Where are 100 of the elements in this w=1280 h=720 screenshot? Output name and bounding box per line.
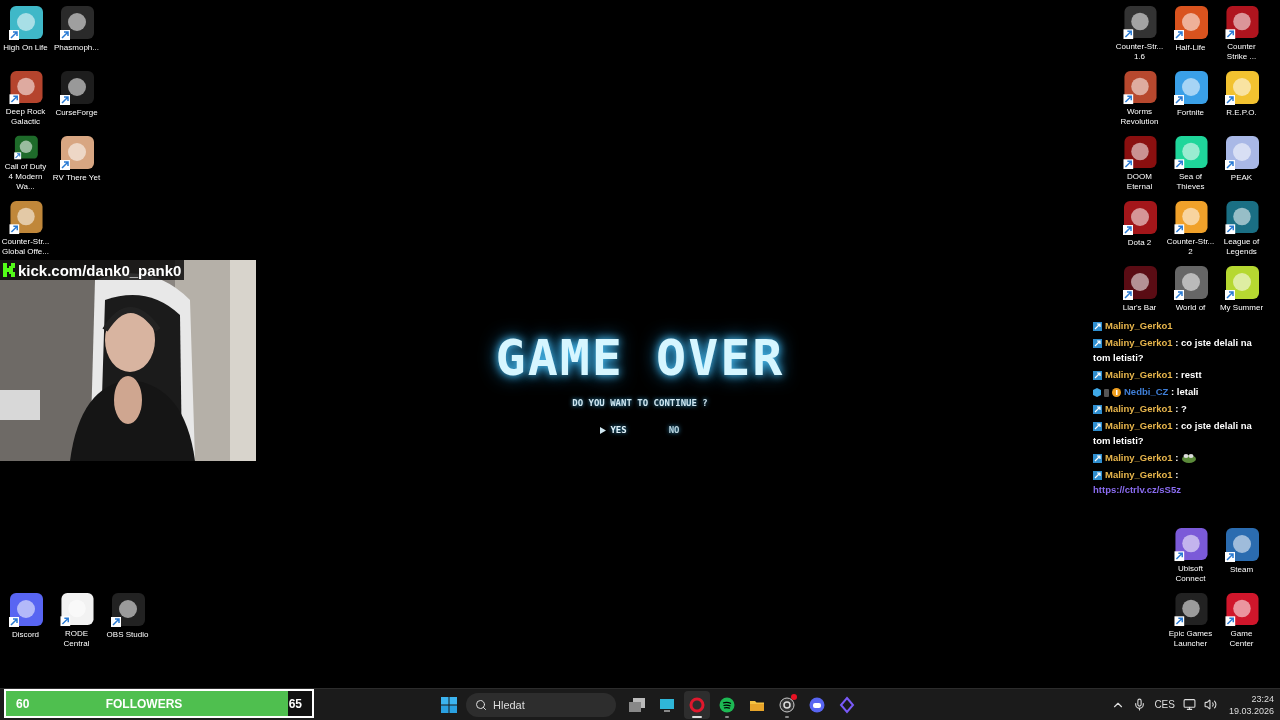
desktop-shortcut[interactable]: Counter Strike ... [1216, 0, 1267, 62]
pointer-icon [600, 426, 607, 434]
app-icon [7, 592, 44, 628]
game-over-title: GAME OVER [495, 330, 785, 386]
app-icon [1172, 265, 1209, 301]
chat-message-text: : co jste delali na [1174, 420, 1252, 431]
input-language[interactable]: CES [1154, 699, 1175, 710]
app-icon [1172, 592, 1209, 627]
desktop-shortcut[interactable]: World of [1165, 260, 1216, 322]
chat-username[interactable]: Maliny_Gerko1 [1105, 452, 1173, 463]
desktop-shortcut[interactable]: Discord [0, 587, 51, 649]
desktop-shortcut[interactable]: Epic Games Launcher [1165, 587, 1216, 649]
chat-link[interactable]: https://ctrlv.cz/sS5z [1093, 482, 1263, 497]
app-icon [1223, 70, 1260, 106]
app-icon [58, 592, 95, 627]
chat-separator: : [1174, 452, 1180, 463]
chat-username[interactable]: Maliny_Gerko1 [1105, 369, 1173, 380]
circle-icon [718, 695, 736, 714]
desktop-shortcut[interactable]: Deep Rock Galactic [0, 65, 51, 127]
continue-prompt: DO YOU WANT TO CONTINUE ? [572, 398, 708, 408]
chat-username[interactable]: Maliny_Gerko1 [1105, 403, 1173, 414]
subscriber-badge-icon [1093, 454, 1102, 463]
desktop-shortcut[interactable]: League of Legends [1216, 195, 1267, 257]
volume-icon[interactable] [1203, 698, 1217, 711]
chat-message-text: tom letisti? [1093, 351, 1144, 365]
chat-message-text: : ? [1174, 403, 1187, 414]
desktop-shortcut[interactable]: Phasmoph... [51, 0, 102, 62]
chat-message-text: : restt [1174, 369, 1202, 380]
network-icon[interactable] [1182, 698, 1196, 711]
notification-dot [791, 693, 797, 700]
menu-option[interactable]: NO [668, 425, 680, 435]
desktop-shortcut[interactable]: R.E.P.O. [1216, 65, 1267, 127]
cube-badge-icon [1093, 388, 1101, 397]
chat-username[interactable]: Maliny_Gerko1 [1105, 320, 1173, 331]
app-icon [1172, 70, 1209, 106]
desktop-shortcut[interactable]: CurseForge [51, 65, 102, 127]
desktop-shortcut[interactable]: OBS Studio [102, 587, 153, 649]
coin-badge-icon [1112, 388, 1121, 397]
desktop-shortcut[interactable]: Counter-Str... Global Offe... [0, 195, 51, 257]
desktop-shortcut[interactable]: Dota 2 [1114, 195, 1165, 257]
app-icon [7, 200, 44, 235]
desktop-shortcut[interactable]: Worms Revolution [1114, 65, 1165, 127]
desktop-shortcut[interactable]: Steam [1216, 522, 1267, 584]
chat-message-text: : letali [1170, 386, 1199, 397]
desktop-shortcut[interactable]: My Summer [1216, 260, 1267, 322]
desktop-shortcut[interactable]: Game Center [1216, 587, 1267, 649]
goal-current: 60 [15, 696, 31, 711]
app-icon [1223, 265, 1260, 301]
app-icon [109, 592, 146, 628]
app-icon [1223, 592, 1260, 627]
search-icon [475, 698, 487, 711]
chat-separator: : [1174, 469, 1179, 480]
desktop-shortcut[interactable]: Sea of Thieves [1165, 130, 1216, 192]
menu-option[interactable]: YES [600, 425, 627, 435]
desktop-shortcut[interactable]: RV There Yet [51, 130, 102, 192]
app-icon [1121, 135, 1158, 170]
taskbar-app-button[interactable] [684, 690, 710, 719]
app-icon [1172, 527, 1209, 562]
app-icon [1121, 70, 1158, 105]
desktop-shortcut[interactable]: Counter-Str... 1.6 [1114, 0, 1165, 62]
app-icon [1223, 5, 1260, 40]
app-icon [1172, 200, 1209, 235]
app-icon [1121, 5, 1158, 40]
app-icon [1223, 527, 1260, 563]
chat-username[interactable]: Maliny_Gerko1 [1105, 420, 1173, 431]
app-icon [58, 5, 95, 41]
app-icon [1121, 265, 1158, 301]
desktop-shortcut[interactable]: DOOM Eternal [1114, 130, 1165, 192]
app-icon [1172, 135, 1209, 170]
desktop-shortcut[interactable]: Counter-Str... 2 [1165, 195, 1216, 257]
desktop-shortcut[interactable]: High On Life [0, 0, 51, 62]
desktop-shortcut[interactable]: Fortnite [1165, 65, 1216, 127]
subscriber-badge-icon [1093, 405, 1102, 414]
chat-username[interactable]: Nedbi_CZ [1124, 386, 1169, 397]
desktop-shortcut[interactable]: Liar's Bar [1114, 260, 1165, 322]
desktop-shortcut[interactable]: Ubisoft Connect [1165, 522, 1216, 584]
subscriber-badge-icon [1093, 339, 1102, 348]
subscriber-badge-icon [1093, 322, 1102, 331]
desktop-shortcut[interactable]: RODE Central [51, 587, 102, 649]
desktop-shortcut[interactable]: PEAK [1216, 130, 1267, 192]
subscriber-badge-icon [1093, 422, 1102, 431]
chat-message-text: : co jste delali na [1174, 337, 1252, 348]
chat-username[interactable]: Maliny_Gerko1 [1105, 337, 1173, 348]
search-field[interactable]: Hledat [466, 692, 616, 717]
app-icon [58, 135, 95, 171]
app-icon [7, 5, 44, 41]
microphone-icon[interactable] [1133, 698, 1147, 711]
channel-url: kick.com/dank0_pank0 [18, 261, 182, 279]
desktop-shortcut[interactable]: Half-Life [1165, 0, 1216, 62]
clock[interactable]: 23:24 19.03.2026 [1228, 692, 1274, 717]
chat-bubble-icon [808, 695, 826, 714]
app-icon [1223, 135, 1260, 171]
goal-target: 65 [287, 696, 303, 711]
chat-username[interactable]: Maliny_Gerko1 [1105, 469, 1173, 480]
logo-icon [3, 263, 15, 277]
subscriber-badge-icon [1093, 471, 1102, 480]
ring-icon [688, 695, 706, 714]
app-icon [58, 70, 95, 106]
task-view-icon [629, 697, 645, 712]
desktop-shortcut[interactable]: Call of Duty 4 Modern Wa... [0, 130, 51, 192]
